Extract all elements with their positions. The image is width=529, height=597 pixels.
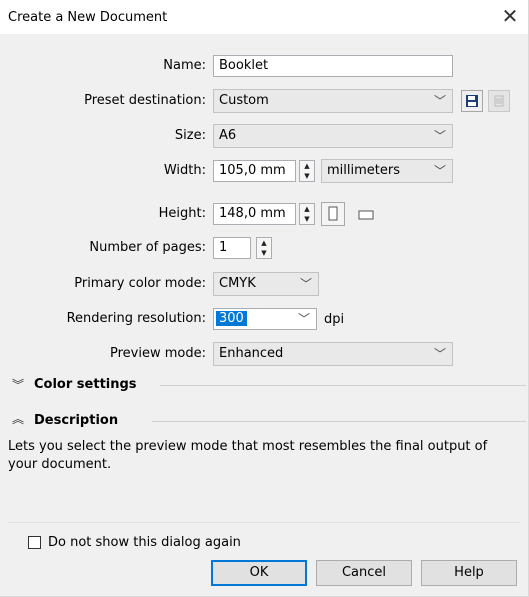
collapse-chevrons-icon[interactable]: ︽ [12, 410, 24, 427]
preview-mode-value: Enhanced [219, 346, 284, 361]
floppy-disk-icon [466, 95, 478, 107]
preset-destination-dropdown[interactable]: Custom ﹀ [213, 89, 453, 113]
landscape-orientation-button[interactable] [353, 204, 377, 226]
description-line: Lets you select the preview mode that mo… [8, 439, 488, 454]
divider [160, 385, 526, 386]
delete-preset-button[interactable] [488, 90, 510, 112]
spin-down-icon[interactable]: ▼ [300, 171, 314, 181]
rendering-resolution-label: Rendering resolution: [66, 311, 206, 326]
chevron-down-icon[interactable]: ﹀ [298, 309, 310, 329]
width-input[interactable]: 105,0 mm [213, 160, 296, 182]
description-header[interactable]: Description [34, 413, 118, 428]
preview-mode-dropdown[interactable]: Enhanced ﹀ [213, 342, 453, 366]
chevron-down-icon: ﹀ [433, 347, 446, 361]
description-line: your document. [8, 457, 112, 472]
divider [152, 421, 526, 422]
resolution-combobox[interactable]: 300 ﹀ [213, 308, 317, 330]
portrait-orientation-icon [328, 206, 338, 221]
landscape-orientation-icon [358, 210, 374, 220]
divider [8, 522, 520, 523]
create-document-dialog: Create a New Document ✕ Name: Booklet Pr… [0, 0, 529, 597]
number-of-pages-input[interactable]: 1 [213, 237, 251, 259]
preview-mode-label: Preview mode: [110, 346, 206, 361]
title-bar: Create a New Document ✕ [0, 0, 528, 34]
cancel-button[interactable]: Cancel [316, 560, 412, 586]
spin-down-icon[interactable]: ▼ [257, 248, 271, 258]
dialog-title: Create a New Document [8, 10, 168, 25]
spin-down-icon[interactable]: ▼ [300, 214, 314, 224]
dpi-unit-label: dpi [324, 312, 345, 327]
chevron-down-icon: ﹀ [433, 164, 446, 178]
chevron-down-icon: ﹀ [433, 94, 446, 108]
spin-up-icon[interactable]: ▲ [300, 161, 314, 171]
preset-destination-label: Preset destination: [84, 93, 206, 108]
name-label: Name: [163, 58, 206, 73]
dialog-body: Name: Booklet Preset destination: Custom… [0, 34, 528, 596]
spin-up-icon[interactable]: ▲ [257, 238, 271, 248]
delete-icon [494, 95, 504, 107]
save-preset-button[interactable] [461, 90, 483, 112]
close-icon[interactable]: ✕ [500, 4, 520, 28]
chevron-down-icon: ﹀ [299, 277, 312, 291]
preset-destination-value: Custom [219, 93, 269, 108]
description-text: Lets you select the preview mode that mo… [8, 438, 523, 474]
dont-show-checkbox[interactable] [28, 536, 41, 549]
help-button[interactable]: Help [421, 560, 517, 586]
number-of-pages-label: Number of pages: [89, 240, 206, 255]
resolution-value[interactable]: 300 [216, 311, 247, 326]
dont-show-label[interactable]: Do not show this dialog again [48, 533, 241, 553]
primary-color-mode-label: Primary color mode: [74, 276, 206, 291]
size-dropdown[interactable]: A6 ﹀ [213, 124, 453, 148]
width-stepper[interactable]: ▲ ▼ [299, 160, 315, 182]
height-input[interactable]: 148,0 mm [213, 203, 296, 225]
units-dropdown[interactable]: millimeters ﹀ [321, 159, 453, 183]
size-label: Size: [174, 128, 206, 143]
color-settings-header[interactable]: Color settings [34, 377, 137, 392]
portrait-orientation-button[interactable] [321, 202, 345, 226]
spin-up-icon[interactable]: ▲ [300, 204, 314, 214]
pages-stepper[interactable]: ▲ ▼ [256, 237, 272, 259]
color-mode-value: CMYK [219, 276, 256, 291]
height-stepper[interactable]: ▲ ▼ [299, 203, 315, 225]
size-value: A6 [219, 128, 237, 143]
name-input[interactable]: Booklet [213, 55, 453, 77]
units-value: millimeters [327, 163, 400, 178]
color-mode-dropdown[interactable]: CMYK ﹀ [213, 272, 319, 296]
ok-button[interactable]: OK [211, 560, 307, 586]
expand-chevrons-icon[interactable]: ︾ [12, 376, 24, 393]
height-label: Height: [158, 206, 206, 221]
chevron-down-icon: ﹀ [433, 129, 446, 143]
width-label: Width: [163, 163, 206, 178]
